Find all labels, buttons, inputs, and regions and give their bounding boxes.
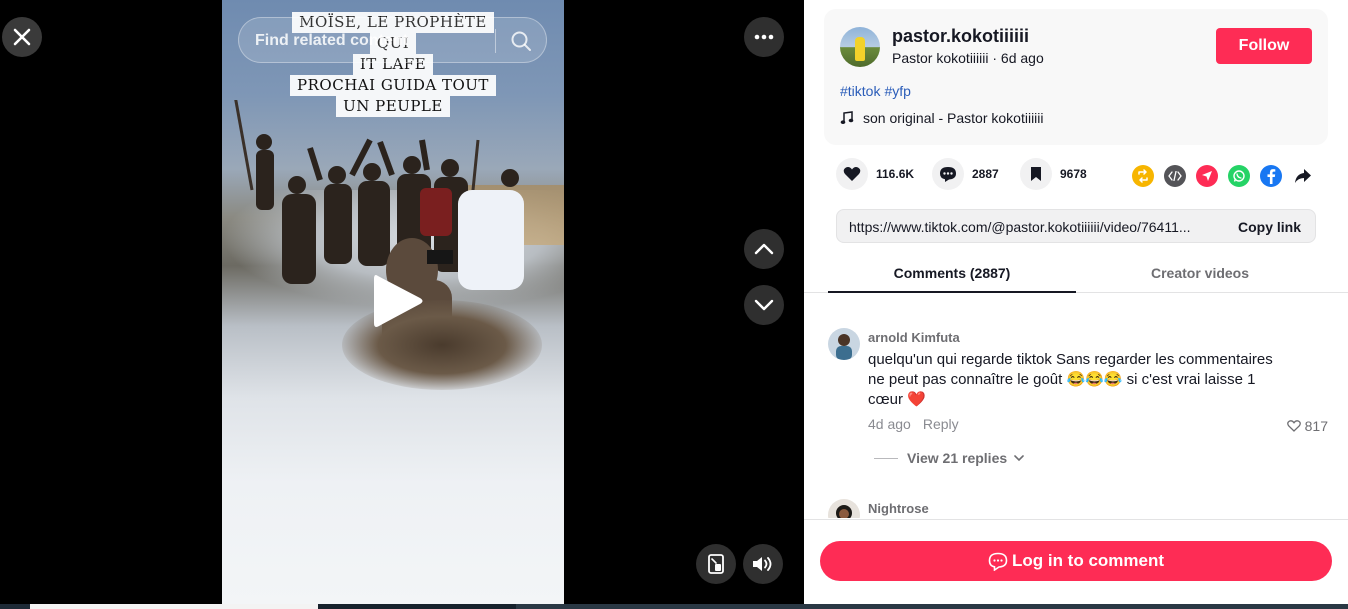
tiktok-video-viewer: MOÏSE, LE PROPHÈTE QUI IT LAFE PROCHAI G…: [0, 0, 1348, 609]
author-card: pastor.kokotiiiiii Pastor kokotiiiiii · …: [824, 9, 1328, 145]
hashtag-link[interactable]: #tiktok: [840, 83, 880, 99]
volume-button[interactable]: [743, 544, 783, 584]
chevron-down-icon: [754, 299, 774, 311]
commenter-avatar[interactable]: [828, 328, 860, 360]
hashtags: #tiktok #yfp: [840, 83, 915, 99]
comment-icon: [940, 166, 956, 182]
comment-item: Nightrose: [828, 499, 1328, 518]
play-icon[interactable]: [370, 270, 426, 332]
like-count: 116.6K: [876, 167, 915, 181]
send-icon[interactable]: [1196, 165, 1218, 187]
close-button[interactable]: [2, 17, 42, 57]
login-to-comment-button[interactable]: Log in to comment: [820, 541, 1332, 581]
chevron-down-icon: [1014, 455, 1024, 462]
comment-like-button[interactable]: 817: [1286, 418, 1328, 434]
tab-creator-videos[interactable]: Creator videos: [1076, 253, 1324, 293]
comment-bubble-icon: [988, 552, 1008, 571]
caption-line: PROCHAI GUIDA TOUT: [290, 75, 496, 96]
view-replies-button[interactable]: View 21 replies: [874, 450, 1025, 466]
heart-icon: [843, 167, 861, 181]
comment-button[interactable]: [932, 158, 964, 190]
follow-button[interactable]: Follow: [1216, 28, 1312, 64]
picture-in-picture-button[interactable]: [696, 544, 736, 584]
hashtag-link[interactable]: #yfp: [884, 83, 910, 99]
search-input[interactable]: Find related content: [255, 32, 408, 50]
facebook-icon[interactable]: [1260, 165, 1282, 187]
heart-outline-icon: [1286, 420, 1301, 432]
author-username[interactable]: pastor.kokotiiiiii: [892, 26, 1029, 47]
login-label[interactable]: Log in to comment: [1012, 551, 1164, 571]
close-icon: [13, 28, 31, 46]
share-arrow-icon[interactable]: [1292, 165, 1314, 187]
commenter-username[interactable]: arnold Kimfuta: [868, 330, 960, 345]
picture-in-picture-icon: [708, 554, 724, 574]
comment-text: quelqu'un qui regarde tiktok Sans regard…: [868, 351, 1273, 408]
search-divider: [495, 29, 496, 53]
caption-line: UN PEUPLE: [336, 96, 450, 117]
chevron-up-icon: [754, 243, 774, 255]
repost-icon[interactable]: [1132, 165, 1154, 187]
video-url[interactable]: https://www.tiktok.com/@pastor.kokotiiii…: [849, 219, 1213, 235]
music-row[interactable]: son original - Pastor kokotiiiiii: [840, 110, 1044, 126]
next-video-button[interactable]: [744, 285, 784, 325]
tab-comments[interactable]: Comments (2887): [828, 253, 1076, 293]
view-replies-label[interactable]: View 21 replies: [907, 450, 1007, 466]
reply-button[interactable]: Reply: [923, 416, 959, 432]
comment-meta: 4d ago Reply: [868, 416, 959, 432]
author-subtitle: Pastor kokotiiiiii · 6d ago: [892, 50, 1044, 66]
embed-icon[interactable]: [1164, 165, 1186, 187]
video-stage: MOÏSE, LE PROPHÈTE QUI IT LAFE PROCHAI G…: [0, 0, 804, 609]
whatsapp-icon[interactable]: [1228, 165, 1250, 187]
save-button[interactable]: [1020, 158, 1052, 190]
comment-like-count: 817: [1304, 418, 1328, 434]
video-details-panel: pastor.kokotiiiiii Pastor kokotiiiiii · …: [804, 0, 1348, 604]
related-content-search[interactable]: Find related content: [238, 17, 547, 63]
comment-action[interactable]: 2887: [932, 158, 999, 190]
engagement-actions: 116.6K 2887 9678: [836, 158, 1326, 194]
search-icon[interactable]: [509, 29, 533, 53]
copy-link-button[interactable]: Copy link: [1238, 219, 1301, 235]
author-avatar[interactable]: [840, 27, 880, 67]
comment-list: arnold Kimfuta quelqu'un qui regarde tik…: [804, 294, 1348, 518]
taskbar-strip: [0, 604, 1348, 609]
comment-item: arnold Kimfuta quelqu'un qui regarde tik…: [828, 328, 1328, 468]
like-button[interactable]: [836, 158, 868, 190]
commenter-avatar[interactable]: [828, 499, 860, 518]
music-note-icon: [840, 111, 854, 124]
comment-time: 4d ago: [868, 416, 911, 432]
previous-video-button[interactable]: [744, 229, 784, 269]
panel-tabs: Comments (2887) Creator videos: [804, 253, 1348, 293]
video-link-box: https://www.tiktok.com/@pastor.kokotiiii…: [836, 209, 1316, 243]
music-title[interactable]: son original - Pastor kokotiiiiii: [863, 110, 1044, 126]
volume-icon: [753, 557, 772, 571]
like-action[interactable]: 116.6K: [836, 158, 914, 190]
save-count: 9678: [1060, 167, 1087, 181]
more-icon: [754, 34, 774, 40]
more-options-button[interactable]: [744, 17, 784, 57]
comment-count: 2887: [972, 167, 999, 181]
commenter-username[interactable]: Nightrose: [868, 501, 929, 516]
bookmark-icon: [1031, 167, 1041, 181]
login-footer: Log in to comment: [804, 519, 1348, 604]
save-action[interactable]: 9678: [1020, 158, 1087, 190]
